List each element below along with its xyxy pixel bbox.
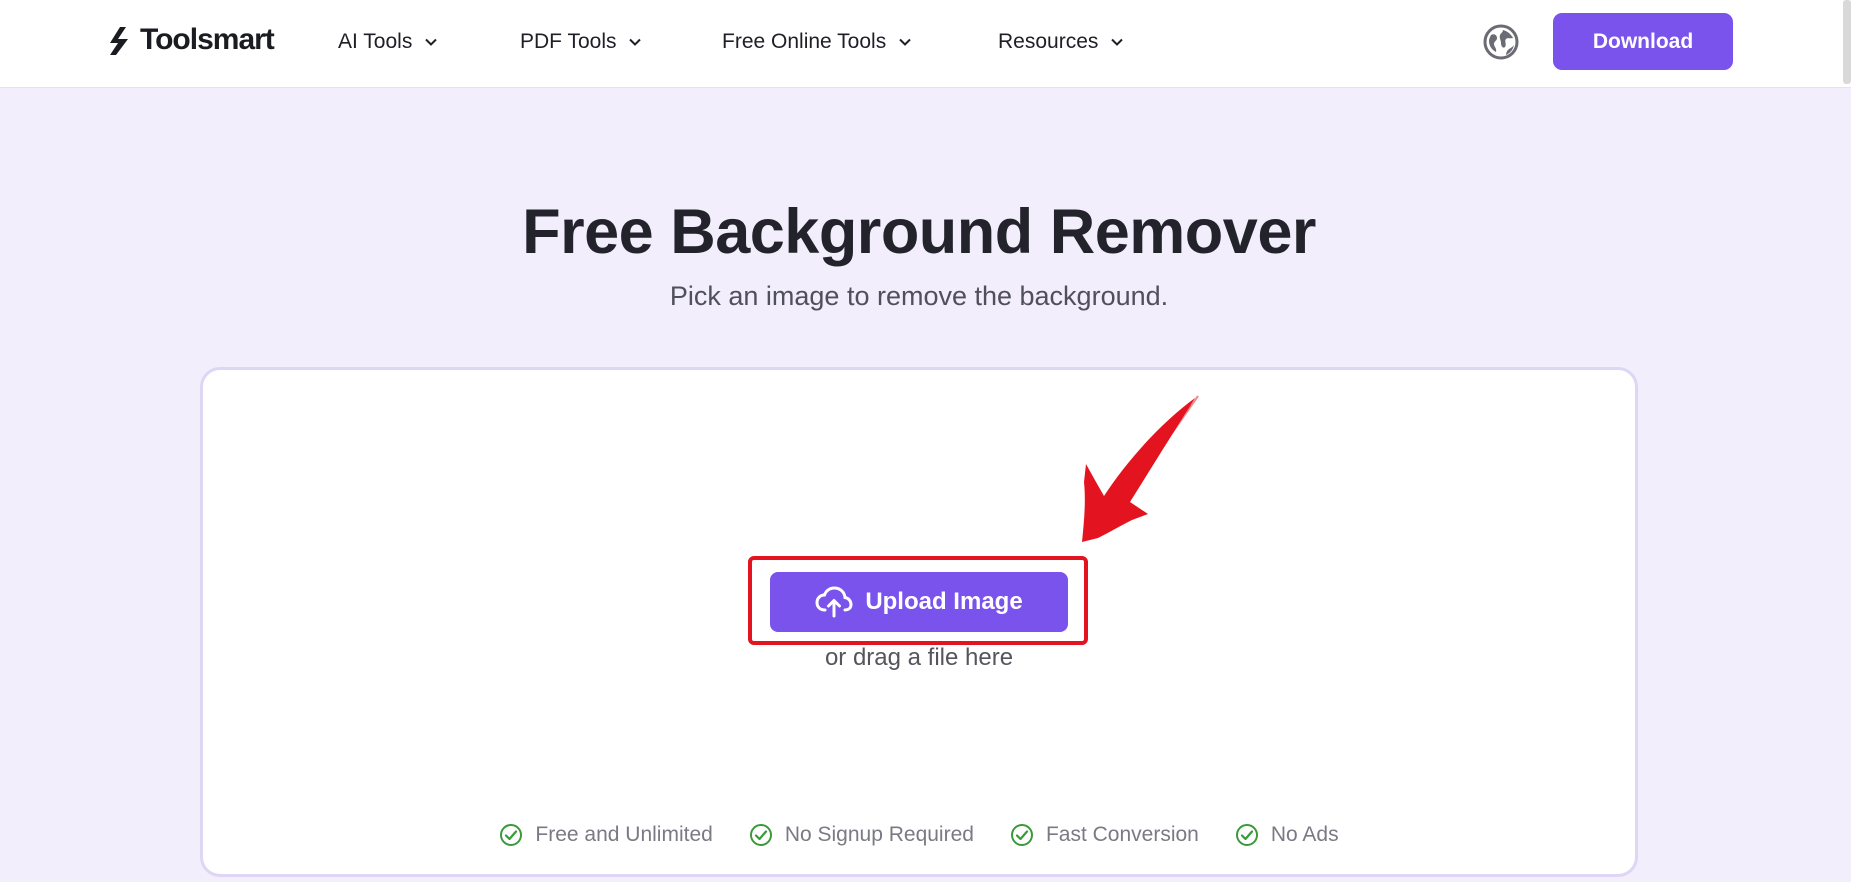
- feature-item: No Ads: [1235, 823, 1339, 847]
- chevron-down-icon: [1111, 38, 1124, 46]
- nav-resources-label: Resources: [998, 30, 1099, 53]
- nav-pdf-tools-label: PDF Tools: [520, 30, 617, 53]
- nav-ai-tools-label: AI Tools: [338, 30, 413, 53]
- feature-item: Free and Unlimited: [499, 823, 713, 847]
- logo-icon: [110, 27, 128, 55]
- nav-pdf-tools[interactable]: PDF Tools: [520, 26, 642, 58]
- cloud-upload-icon: [815, 586, 853, 618]
- chevron-down-icon: [899, 38, 911, 46]
- upload-image-label: Upload Image: [865, 588, 1023, 615]
- feature-item: No Signup Required: [749, 823, 974, 847]
- red-arrow-annotation: [1082, 395, 1199, 542]
- feature-label: Free and Unlimited: [535, 823, 713, 846]
- feature-label: No Ads: [1270, 823, 1339, 846]
- upload-image-button[interactable]: Upload Image: [770, 572, 1068, 632]
- globe-icon[interactable]: [1482, 23, 1520, 61]
- nav-ai-tools[interactable]: AI Tools: [338, 26, 438, 58]
- check-circle-icon: [500, 824, 523, 846]
- page-title: Free Background Remover: [522, 197, 1316, 267]
- toolsmart-logo[interactable]: Toolsmart: [106, 20, 275, 60]
- page-subtitle: Pick an image to remove the background.: [669, 281, 1169, 311]
- drag-hint: or drag a file here: [824, 644, 1014, 671]
- chevron-down-icon: [629, 38, 642, 46]
- nav-free-online-tools-label: Free Online Tools: [722, 30, 887, 53]
- feature-item: Fast Conversion: [1010, 823, 1199, 847]
- feature-label: Fast Conversion: [1045, 823, 1199, 846]
- download-button[interactable]: Download: [1553, 13, 1733, 70]
- chevron-down-icon: [425, 38, 438, 46]
- nav-resources[interactable]: Resources: [998, 26, 1124, 58]
- logo-text: Toolsmart: [140, 23, 275, 56]
- check-circle-icon: [1010, 824, 1033, 846]
- feature-label: No Signup Required: [784, 823, 974, 846]
- check-circle-icon: [1235, 824, 1258, 846]
- top-navbar: Toolsmart AI Tools PDF Tools Free Online…: [0, 0, 1851, 88]
- check-circle-icon: [749, 824, 772, 846]
- feature-list: Free and Unlimited No Signup Required Fa…: [0, 823, 1838, 847]
- nav-free-online-tools[interactable]: Free Online Tools: [722, 26, 912, 58]
- page-scrollbar[interactable]: [1843, 0, 1851, 84]
